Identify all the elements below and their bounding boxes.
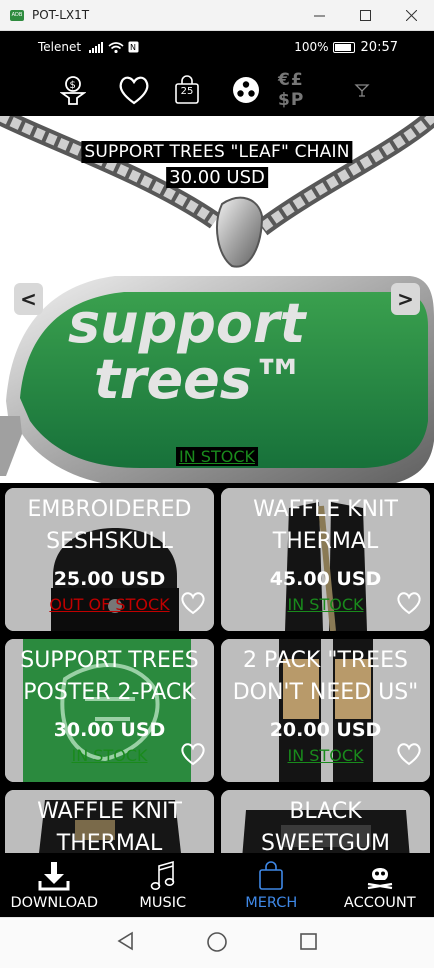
nav-music[interactable]: MUSIC <box>109 853 218 917</box>
hero-stock-status[interactable]: IN STOCK <box>176 447 258 466</box>
recents-icon[interactable] <box>299 932 319 952</box>
svg-text:$: $ <box>70 80 76 91</box>
battery-icon <box>332 41 355 53</box>
bottom-nav: DOWNLOAD MUSIC MERCH ACCOUNT <box>0 853 434 917</box>
nfc-icon: N <box>128 41 139 53</box>
product-title: EMBROIDERED SESHSKULL <box>27 497 192 554</box>
music-note-icon <box>150 860 175 890</box>
community-button[interactable] <box>231 63 261 116</box>
product-title: BLACK SWEETGUM <box>260 799 391 853</box>
product-price: 20.00 USD <box>269 719 382 741</box>
skull-icon <box>367 868 392 890</box>
maximize-button[interactable] <box>342 0 388 31</box>
wifi-icon <box>108 42 124 53</box>
donate-icon: $ <box>60 75 86 105</box>
product-title: WAFFLE KNIT THERMAL <box>37 799 182 853</box>
nav-music-label: MUSIC <box>139 895 187 911</box>
donate-button[interactable]: $ <box>57 63 89 116</box>
product-card[interactable]: SUPPORT TREES POSTER 2-PACK 30.00 USD IN… <box>5 639 214 782</box>
carrier-name: Telenet <box>38 40 82 54</box>
heart-icon <box>119 76 149 104</box>
drinks-button[interactable] <box>352 63 372 116</box>
circles-icon <box>233 76 259 103</box>
svg-text:N: N <box>130 43 136 52</box>
cocktail-icon <box>354 83 370 97</box>
close-icon <box>405 9 417 21</box>
carousel-prev-button[interactable]: < <box>14 283 43 315</box>
favorite-heart-icon[interactable] <box>180 742 206 766</box>
window-title: POT-LX1T <box>32 8 90 22</box>
system-nav-bar <box>0 917 434 968</box>
product-card[interactable]: BLACK SWEETGUM <box>221 790 430 853</box>
carousel-next-button[interactable]: > <box>391 283 420 315</box>
nav-merch[interactable]: MERCH <box>217 853 326 917</box>
hero-product-price: 30.00 USD <box>166 167 268 188</box>
hero-product-title: SUPPORT TREES "LEAF" CHAIN <box>81 141 353 163</box>
shopping-bag-icon <box>259 861 284 890</box>
top-nav: $ 25 €£$P <box>0 63 434 116</box>
minimize-button[interactable] <box>296 0 342 31</box>
product-card[interactable]: WAFFLE KNIT THERMAL <box>5 790 214 853</box>
nav-account[interactable]: ACCOUNT <box>326 853 434 917</box>
home-icon[interactable] <box>206 931 228 953</box>
battery-percent: 100% <box>294 40 329 54</box>
wishlist-button[interactable] <box>117 63 151 116</box>
nav-download[interactable]: DOWNLOAD <box>0 853 109 917</box>
window-titlebar: ADB POT-LX1T <box>0 0 434 31</box>
cart-count: 25 <box>180 86 194 97</box>
minimize-icon <box>313 15 325 16</box>
product-card[interactable]: WAFFLE KNIT THERMAL 45.00 USD IN STOCK <box>221 488 430 631</box>
nav-download-label: DOWNLOAD <box>10 895 99 911</box>
favorite-heart-icon[interactable] <box>180 591 206 615</box>
cart-button[interactable]: 25 <box>172 63 202 116</box>
signal-icon <box>89 41 104 53</box>
nav-account-label: ACCOUNT <box>343 895 416 911</box>
status-bar: Telenet N 100% 20:57 <box>0 31 434 63</box>
download-icon <box>38 862 70 891</box>
product-title: 2 PACK "TREES DON'T NEED US" <box>232 648 419 705</box>
pendant-text-line1: support <box>68 292 308 355</box>
product-title: WAFFLE KNIT THERMAL <box>253 497 398 554</box>
product-price: 30.00 USD <box>53 719 166 741</box>
product-card[interactable]: EMBROIDERED SESHSKULL 25.00 USD OUT OF S… <box>5 488 214 631</box>
currency-selector[interactable]: €£$P <box>278 63 328 116</box>
app-logo-icon: ADB <box>10 9 24 21</box>
product-price: 45.00 USD <box>269 568 382 590</box>
maximize-icon <box>359 9 371 21</box>
clock: 20:57 <box>360 39 398 55</box>
product-grid: EMBROIDERED SESHSKULL 25.00 USD OUT OF S… <box>0 483 434 853</box>
product-price: 25.00 USD <box>53 568 166 590</box>
product-title: SUPPORT TREES POSTER 2-PACK <box>20 648 199 705</box>
favorite-heart-icon[interactable] <box>396 742 422 766</box>
product-card[interactable]: 2 PACK "TREES DON'T NEED US" 20.00 USD I… <box>221 639 430 782</box>
back-icon[interactable] <box>116 931 134 951</box>
nav-merch-label: MERCH <box>245 895 298 911</box>
favorite-heart-icon[interactable] <box>396 591 422 615</box>
pendant-text-line2: trees™ <box>94 348 306 411</box>
close-button[interactable] <box>388 0 434 31</box>
hero-carousel[interactable]: support trees™ SUPPORT TREES "LEAF" CHAI… <box>0 116 434 483</box>
